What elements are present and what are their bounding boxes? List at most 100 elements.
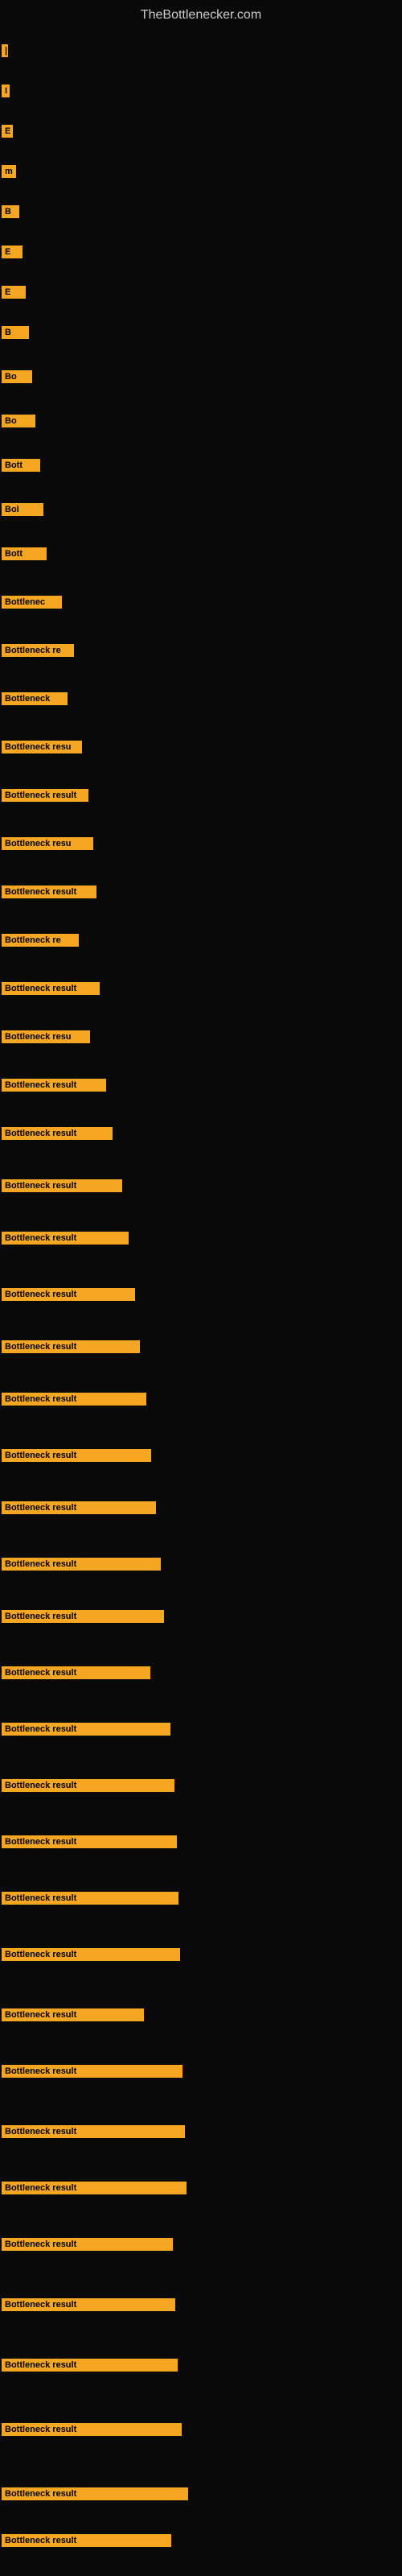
- bar-item: Bottleneck result: [2, 982, 100, 995]
- bar-label: Bottleneck result: [2, 982, 100, 995]
- bar-label: Bottleneck result: [2, 1779, 174, 1792]
- bar-item: Bottleneck result: [2, 886, 96, 898]
- bar-label: m: [2, 165, 16, 178]
- bar-label: Bottleneck result: [2, 2065, 183, 2078]
- bar-item: Bottleneck result: [2, 1449, 151, 1462]
- bar-item: Bottleneck result: [2, 1835, 177, 1848]
- bar-item: Bottleneck re: [2, 934, 79, 947]
- bar-item: B: [2, 326, 29, 339]
- bar-label: Bottleneck re: [2, 644, 74, 657]
- bar-label: Bottleneck result: [2, 1127, 113, 1140]
- bar-label: Bottleneck result: [2, 886, 96, 898]
- bar-item: Bottleneck result: [2, 2359, 178, 2372]
- bar-item: Bottleneck result: [2, 2423, 182, 2436]
- bar-item: Bottleneck resu: [2, 741, 82, 753]
- bar-item: Bottleneck result: [2, 1501, 156, 1514]
- bar-item: Bott: [2, 459, 40, 472]
- bar-label: B: [2, 326, 29, 339]
- bar-label: Bol: [2, 503, 43, 516]
- bar-label: Bottleneck result: [2, 1179, 122, 1192]
- bar-item: Bottleneck result: [2, 1610, 164, 1623]
- bar-label: Bottleneck result: [2, 2238, 173, 2251]
- bar-label: Bottlenec: [2, 596, 62, 609]
- bar-label: Bottleneck result: [2, 1948, 180, 1961]
- bar-item: E: [2, 286, 26, 299]
- bar-item: Bottleneck result: [2, 1558, 161, 1571]
- bar-item: Bottleneck re: [2, 644, 74, 657]
- site-title: TheBottlenecker.com: [0, 0, 402, 27]
- bar-label: Bo: [2, 370, 32, 383]
- bar-item: Bottleneck result: [2, 2065, 183, 2078]
- bar-label: Bottleneck result: [2, 2534, 171, 2547]
- bar-label: Bottleneck result: [2, 1340, 140, 1353]
- bar-label: Bottleneck result: [2, 1449, 151, 1462]
- bar-label: Bottleneck result: [2, 1835, 177, 1848]
- bar-label: Bottleneck resu: [2, 837, 93, 850]
- bar-label: Bottleneck resu: [2, 1030, 90, 1043]
- bar-item: E: [2, 125, 13, 138]
- bar-item: Bottleneck result: [2, 2008, 144, 2021]
- bar-label: I: [2, 85, 10, 97]
- bar-item: Bottleneck result: [2, 1127, 113, 1140]
- bar-item: Bottleneck result: [2, 1232, 129, 1245]
- bar-item: Bottleneck result: [2, 1288, 135, 1301]
- bar-item: Bottleneck result: [2, 2534, 171, 2547]
- bar-label: Bottleneck result: [2, 2008, 144, 2021]
- bar-item: Bottleneck result: [2, 1179, 122, 1192]
- bar-label: B: [2, 205, 19, 218]
- bar-item: Bottleneck result: [2, 1723, 170, 1736]
- bar-label: Bottleneck resu: [2, 741, 82, 753]
- bar-item: Bo: [2, 370, 32, 383]
- bar-item: Bottleneck result: [2, 1666, 150, 1679]
- bar-item: Bottleneck result: [2, 2125, 185, 2138]
- bar-label: Bottleneck result: [2, 2182, 187, 2194]
- bar-item: Bottleneck result: [2, 1948, 180, 1961]
- bar-label: Bottleneck result: [2, 2125, 185, 2138]
- bar-label: Bottleneck result: [2, 789, 88, 802]
- bar-item: Bol: [2, 503, 43, 516]
- bar-label: Bo: [2, 415, 35, 427]
- bar-label: Bottleneck result: [2, 1232, 129, 1245]
- bar-label: E: [2, 125, 13, 138]
- bar-label: Bottleneck result: [2, 2423, 182, 2436]
- bar-label: Bottleneck result: [2, 1501, 156, 1514]
- bar-item: Bottlenec: [2, 596, 62, 609]
- bar-item: Bottleneck result: [2, 789, 88, 802]
- bar-item: |: [2, 44, 8, 57]
- bar-item: Bottleneck result: [2, 1393, 146, 1406]
- bar-item: B: [2, 205, 19, 218]
- bar-label: Bottleneck result: [2, 2487, 188, 2500]
- bar-item: Bottleneck resu: [2, 837, 93, 850]
- bar-item: Bottleneck result: [2, 1779, 174, 1792]
- bar-label: Bottleneck result: [2, 1666, 150, 1679]
- bar-label: Bottleneck result: [2, 2359, 178, 2372]
- bar-item: Bottleneck resu: [2, 1030, 90, 1043]
- bar-item: E: [2, 246, 23, 258]
- bar-label: Bottleneck: [2, 692, 68, 705]
- bar-item: Bottleneck: [2, 692, 68, 705]
- bar-label: Bottleneck result: [2, 1393, 146, 1406]
- bar-item: Bo: [2, 415, 35, 427]
- bar-item: Bottleneck result: [2, 2487, 188, 2500]
- bar-item: Bott: [2, 547, 47, 560]
- bar-label: Bottleneck result: [2, 1079, 106, 1092]
- bar-label: E: [2, 246, 23, 258]
- bar-item: Bottleneck result: [2, 2298, 175, 2311]
- bar-item: I: [2, 85, 10, 97]
- bar-item: Bottleneck result: [2, 2238, 173, 2251]
- bar-label: E: [2, 286, 26, 299]
- bar-item: Bottleneck result: [2, 1079, 106, 1092]
- bar-label: Bottleneck result: [2, 1610, 164, 1623]
- bar-item: Bottleneck result: [2, 2182, 187, 2194]
- bar-label: Bottleneck re: [2, 934, 79, 947]
- bar-label: Bottleneck result: [2, 1892, 178, 1905]
- bar-label: Bottleneck result: [2, 1558, 161, 1571]
- chart-container: TheBottlenecker.com | I Em B E E B Bo Bo Bott Bol B…: [0, 0, 402, 2576]
- bar-label: Bottleneck result: [2, 1723, 170, 1736]
- bar-label: Bottleneck result: [2, 1288, 135, 1301]
- bar-label: Bott: [2, 459, 40, 472]
- bar-item: Bottleneck result: [2, 1892, 178, 1905]
- bar-label: Bottleneck result: [2, 2298, 175, 2311]
- bar-item: m: [2, 165, 16, 178]
- bar-label: |: [2, 44, 8, 57]
